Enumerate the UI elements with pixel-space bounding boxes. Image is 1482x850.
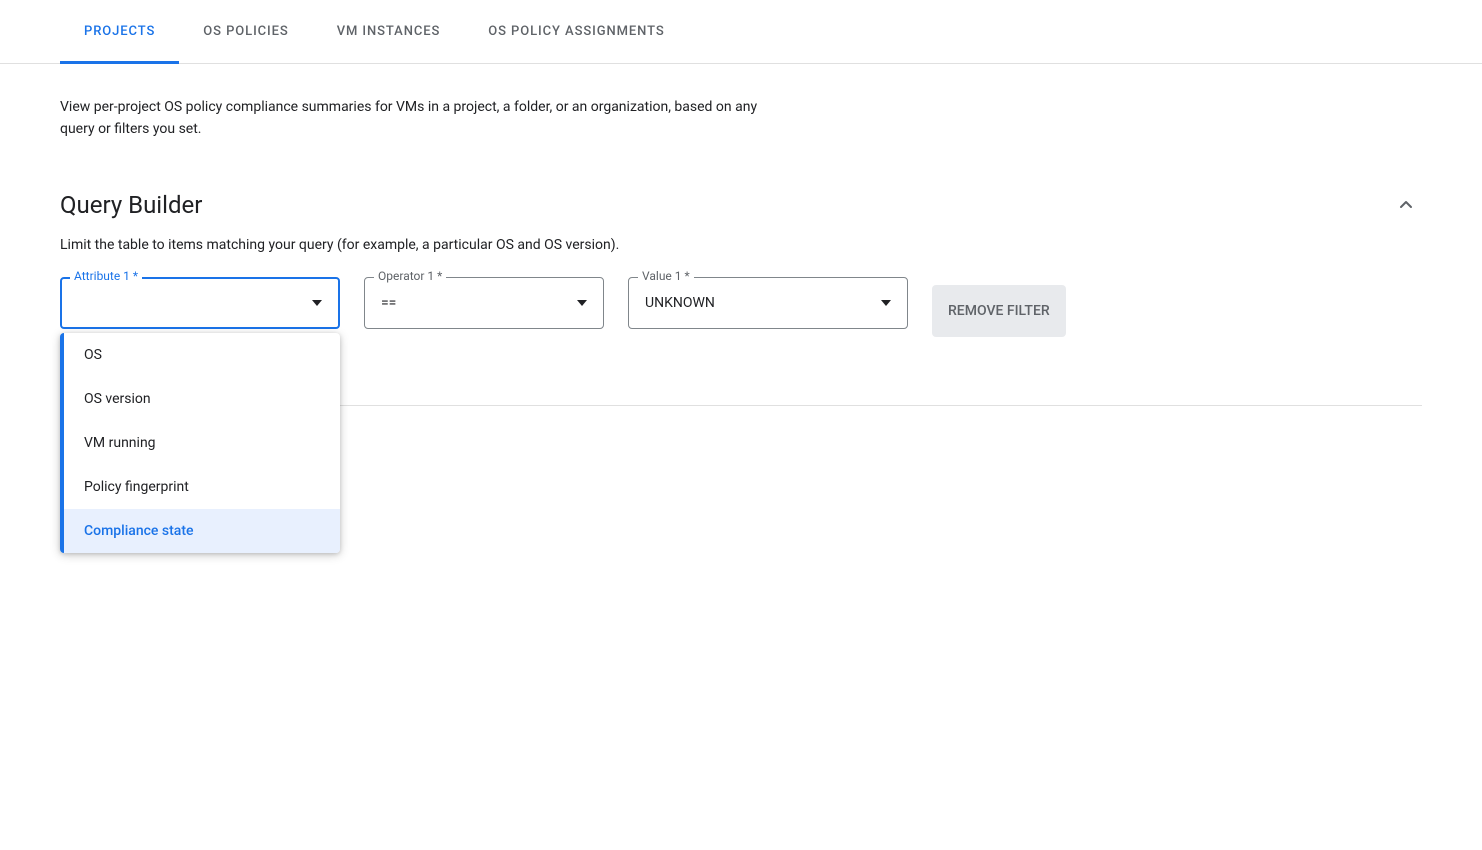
query-builder-title: Query Builder — [60, 191, 202, 219]
dropdown-item-policy-fingerprint[interactable]: Policy fingerprint — [64, 465, 340, 509]
collapse-button[interactable] — [1390, 189, 1422, 221]
dropdown-item-vm-running[interactable]: VM running — [64, 421, 340, 465]
query-builder-section: Query Builder Limit the table to items m… — [60, 189, 1422, 389]
operator1-dropdown[interactable]: == — [364, 277, 604, 329]
tab-os-policies[interactable]: OS POLICIES — [179, 1, 312, 64]
value1-value: UNKNOWN — [645, 295, 715, 311]
value1-chevron-down-icon — [881, 300, 891, 306]
value1-label: Value 1 * — [638, 269, 694, 283]
tab-vm-instances[interactable]: VM INSTANCES — [313, 1, 465, 64]
attribute1-dropdown-menu: OS OS version VM running Policy fingerpr… — [60, 333, 340, 553]
attribute1-dropdown[interactable] — [60, 277, 340, 329]
main-content: View per-project OS policy compliance su… — [0, 64, 1482, 477]
tab-projects[interactable]: PROJECTS — [60, 1, 179, 64]
value1-wrapper: Value 1 * UNKNOWN — [628, 277, 908, 329]
remove-filter-label: REMOVE FILTER — [948, 303, 1050, 319]
page-description: View per-project OS policy compliance su… — [60, 96, 760, 141]
dropdown-item-os[interactable]: OS — [64, 333, 340, 377]
operator1-value: == — [381, 295, 396, 311]
operator1-label: Operator 1 * — [374, 269, 446, 283]
operator1-wrapper: Operator 1 * == — [364, 277, 604, 329]
attribute1-label: Attribute 1 * — [70, 269, 142, 283]
value1-dropdown[interactable]: UNKNOWN — [628, 277, 908, 329]
query-builder-header: Query Builder — [60, 189, 1422, 221]
query-builder-description: Limit the table to items matching your q… — [60, 237, 1422, 253]
tabs-container: PROJECTS OS POLICIES VM INSTANCES OS POL… — [0, 0, 1482, 64]
tab-os-policy-assignments[interactable]: OS POLICY ASSIGNMENTS — [464, 1, 688, 64]
attribute1-chevron-down-icon — [312, 300, 322, 306]
dropdown-item-os-version[interactable]: OS version — [64, 377, 340, 421]
dropdown-item-compliance-state[interactable]: Compliance state — [64, 509, 340, 553]
query-form-row: Attribute 1 * OS OS version VM running — [60, 277, 1422, 337]
attribute1-wrapper: Attribute 1 * OS OS version VM running — [60, 277, 340, 329]
operator1-chevron-down-icon — [577, 300, 587, 306]
remove-filter-button[interactable]: REMOVE FILTER — [932, 285, 1066, 337]
